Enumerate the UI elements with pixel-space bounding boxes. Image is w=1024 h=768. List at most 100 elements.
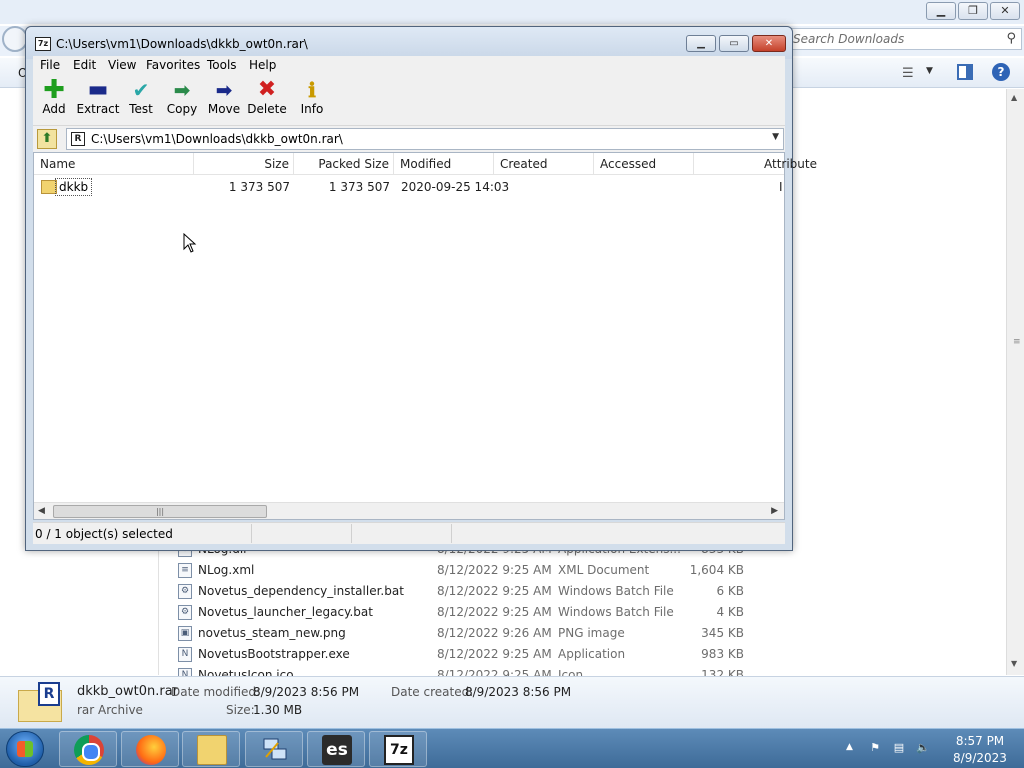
- taskbar-explorer-button[interactable]: [182, 731, 240, 767]
- explorer-vertical-scrollbar[interactable]: ▲ ≡ ▼: [1006, 89, 1024, 675]
- scroll-right-icon[interactable]: ▶: [771, 506, 778, 516]
- delete-button[interactable]: ✖ Delete: [247, 79, 287, 123]
- 7zip-titlebar[interactable]: 7z C:\Users\vm1\Downloads\dkkb_owt0n.rar…: [26, 27, 792, 59]
- file-type: XML Document: [558, 563, 650, 577]
- taskbar-firefox-button[interactable]: [121, 731, 179, 767]
- view-options-icon[interactable]: ☰: [902, 66, 914, 81]
- col-modified-label: Modified: [400, 157, 452, 171]
- maximize-button[interactable]: ▭: [719, 35, 749, 52]
- list-item[interactable]: ⚙ Novetus_launcher_legacy.bat 8/12/2022 9:…: [176, 602, 766, 623]
- file-size: 983 KB: [701, 647, 744, 661]
- explorer-restore-button[interactable]: ❐: [958, 2, 988, 20]
- archive-file-list[interactable]: Name Size Packed Size Modified Created A…: [33, 152, 817, 520]
- explorer-minimize-button[interactable]: ▁: [926, 2, 956, 20]
- details-size-label: Size:: [226, 703, 255, 717]
- minimize-button[interactable]: ▁: [686, 35, 716, 52]
- test-button[interactable]: ✔ Test: [123, 79, 159, 123]
- menu-bar: File Edit View Favorites Tools Help: [33, 56, 785, 76]
- list-item[interactable]: ▣ novetus_steam_new.png 8/12/2022 9:26 AM P…: [176, 623, 766, 644]
- file-type: PNG image: [558, 626, 625, 640]
- list-item[interactable]: N NovetusBootstrapper.exe 8/12/2022 9:25 A…: [176, 644, 766, 665]
- status-divider: [351, 524, 352, 543]
- scroll-thumb-grip[interactable]: ≡: [1013, 337, 1021, 347]
- row-size: 1 373 507: [228, 180, 290, 194]
- col-size[interactable]: Size: [194, 153, 294, 175]
- menu-file[interactable]: File: [40, 58, 60, 72]
- search-input[interactable]: Search Downloads ⚲: [786, 28, 1022, 50]
- col-created[interactable]: Created: [494, 153, 594, 175]
- search-icon: ⚲: [1006, 31, 1016, 46]
- menu-help[interactable]: Help: [249, 58, 276, 72]
- system-tray: ▲ ⚑ ▤ 🔈 8:57 PM 8/9/2023: [842, 729, 1024, 768]
- col-packed-size[interactable]: Packed Size: [294, 153, 394, 175]
- file-date: 8/12/2022 9:25 AM: [437, 563, 552, 577]
- navigation-pane-divider: [158, 540, 159, 675]
- 7zip-window: 7z C:\Users\vm1\Downloads\dkkb_owt0n.rar…: [25, 26, 817, 551]
- col-modified[interactable]: Modified: [394, 153, 494, 175]
- horizontal-scrollbar[interactable]: ◀ ||| ▶: [34, 502, 784, 519]
- mouse-pointer-icon: [183, 233, 197, 253]
- windows-logo-icon: [17, 741, 33, 757]
- chevron-down-icon[interactable]: ▼: [926, 66, 933, 76]
- status-divider: [251, 524, 252, 543]
- action-center-icon[interactable]: ⚑: [868, 741, 882, 755]
- list-item[interactable]: ⚙ Novetus_dependency_installer.bat 8/12/20…: [176, 581, 766, 602]
- row-modified: 2020-09-25 14:03: [401, 180, 510, 194]
- menu-favorites[interactable]: Favorites: [146, 58, 200, 72]
- taskbar-7zip-button[interactable]: 7z: [369, 731, 427, 767]
- file-size: 345 KB: [701, 626, 744, 640]
- restore-icon: ❐: [968, 4, 978, 17]
- menu-view[interactable]: View: [108, 58, 136, 72]
- up-folder-icon[interactable]: ⬆: [37, 129, 57, 149]
- path-combobox[interactable]: R C:\Users\vm1\Downloads\dkkb_owt0n.rar\…: [66, 128, 784, 150]
- col-name[interactable]: Name: [34, 153, 194, 175]
- scroll-up-icon[interactable]: ▲: [1011, 93, 1017, 102]
- taskbar-chrome-button[interactable]: [59, 731, 117, 767]
- move-button[interactable]: ➡ Move: [204, 79, 244, 123]
- taskbar-network-button[interactable]: [245, 731, 303, 767]
- col-packed-size-label: Packed Size: [318, 157, 389, 171]
- bat-icon: ⚙: [178, 584, 192, 599]
- scroll-down-icon[interactable]: ▼: [1011, 659, 1017, 668]
- menu-tools[interactable]: Tools: [207, 58, 237, 72]
- extract-button[interactable]: ▬ Extract: [75, 79, 121, 123]
- help-icon[interactable]: ?: [992, 63, 1010, 81]
- status-bar: 0 / 1 object(s) selected: [33, 522, 785, 544]
- details-modified-label: Date modified:: [171, 685, 261, 699]
- taskbar-es-button[interactable]: es: [307, 731, 365, 767]
- 7zip-app-icon: 7z: [384, 735, 414, 765]
- list-item[interactable]: ≡ NLog.xml 8/12/2022 9:25 AM XML Document 1,…: [176, 560, 766, 581]
- png-icon: ▣: [178, 626, 192, 641]
- show-hidden-icons-button[interactable]: ▲: [846, 742, 853, 752]
- col-accessed[interactable]: Accessed: [594, 153, 694, 175]
- search-placeholder: Search Downloads: [793, 32, 905, 46]
- 7zip-toolbar: ✚ Add ▬ Extract ✔ Test ➡ Copy ➡ Move ✖ D…: [33, 76, 785, 126]
- preview-pane-icon[interactable]: [957, 64, 973, 80]
- file-name: Novetus_launcher_legacy.bat: [198, 605, 373, 619]
- menu-edit[interactable]: Edit: [73, 58, 96, 72]
- volume-icon[interactable]: 🔈: [916, 741, 930, 755]
- file-type: Windows Batch File: [558, 584, 674, 598]
- window-title: C:\Users\vm1\Downloads\dkkb_owt0n.rar\: [56, 37, 308, 51]
- copy-button[interactable]: ➡ Copy: [163, 79, 201, 123]
- scroll-left-icon[interactable]: ◀: [38, 506, 45, 516]
- chrome-icon: [74, 735, 104, 765]
- clock-time[interactable]: 8:57 PM: [950, 734, 1010, 748]
- clock-date[interactable]: 8/9/2023: [950, 751, 1010, 765]
- close-button[interactable]: ✕: [752, 35, 786, 52]
- add-button[interactable]: ✚ Add: [36, 77, 72, 123]
- chevron-down-icon[interactable]: ▼: [772, 132, 779, 142]
- table-row[interactable]: dkkb 1 373 507 1 373 507 2020-09-25 14:0…: [34, 177, 784, 197]
- file-date: 8/12/2022 9:25 AM: [437, 584, 552, 598]
- rar-badge: R: [38, 682, 60, 706]
- col-attributes[interactable]: Attribute: [694, 153, 817, 175]
- scroll-thumb[interactable]: |||: [53, 505, 267, 518]
- row-attributes: I: [779, 180, 783, 194]
- explorer-close-button[interactable]: ✕: [990, 2, 1020, 20]
- extract-label: Extract: [76, 102, 120, 116]
- network-tray-icon[interactable]: ▤: [892, 741, 906, 755]
- info-button[interactable]: ℹ Info: [295, 79, 329, 123]
- start-button[interactable]: [6, 731, 44, 767]
- firefox-icon: [136, 735, 166, 765]
- details-size-value: 1.30 MB: [253, 703, 303, 717]
